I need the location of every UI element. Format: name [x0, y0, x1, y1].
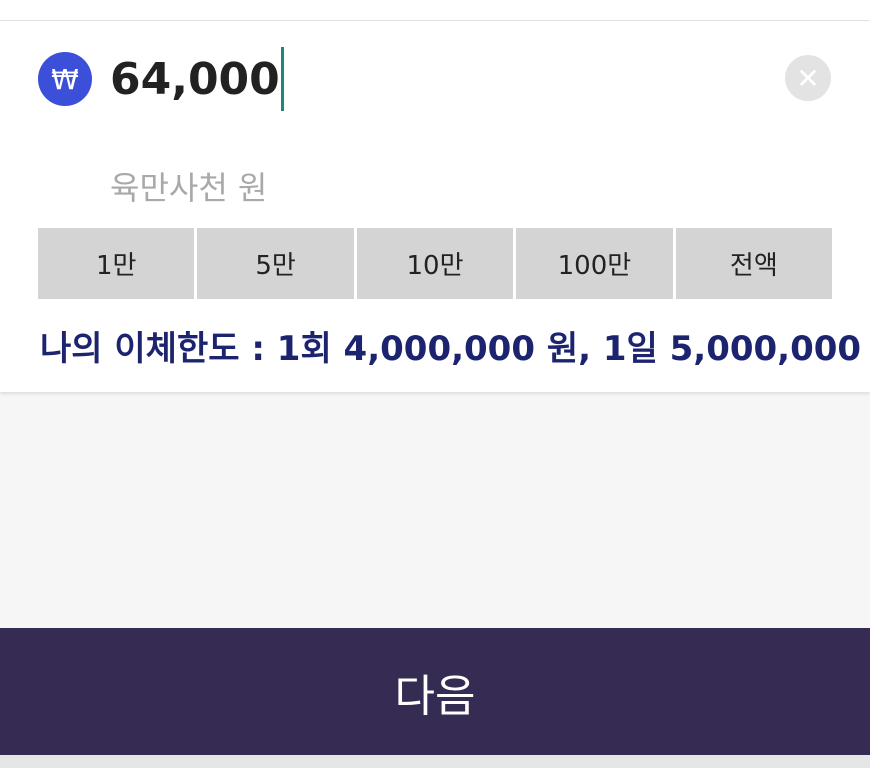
- quick-add-1000000-button[interactable]: 100만: [516, 228, 673, 299]
- quick-add-100000-button[interactable]: 10만: [356, 228, 514, 299]
- won-currency-icon: ₩: [38, 52, 92, 106]
- close-icon: ✕: [796, 61, 820, 95]
- quick-add-10000-button[interactable]: 1만: [38, 228, 195, 299]
- top-divider-strip: [0, 0, 870, 21]
- won-symbol: ₩: [51, 62, 79, 96]
- amount-input-card: ₩ 64,000 ✕ 육만사천 원 1만 5만 10만 100만 전액 나의 이…: [0, 21, 870, 392]
- amount-korean-reading: 육만사천 원: [110, 169, 268, 207]
- quick-add-50000-button[interactable]: 5만: [197, 228, 354, 299]
- quick-full-balance-button[interactable]: 전액: [675, 228, 833, 299]
- clear-amount-button[interactable]: ✕: [785, 55, 831, 101]
- transfer-limit-text: 나의 이체한도 : 1회 4,000,000 원, 1일 5,000,000 원: [40, 329, 870, 369]
- next-button-label: 다음: [394, 670, 476, 722]
- quick-amount-buttons: 1만 5만 10만 100만 전액: [38, 228, 833, 299]
- bottom-strip: [0, 755, 870, 768]
- amount-value: 64,000: [110, 53, 280, 105]
- next-button[interactable]: 다음: [0, 628, 870, 755]
- text-cursor: [280, 47, 284, 111]
- amount-input[interactable]: 64,000: [110, 43, 284, 115]
